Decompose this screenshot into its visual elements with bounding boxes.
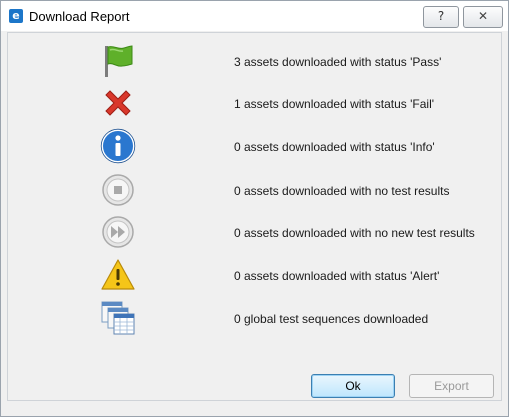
close-button[interactable]: ✕	[463, 6, 503, 28]
stop-icon	[102, 174, 134, 206]
red-x-icon	[105, 90, 131, 116]
title-bar: e Download Report ? ✕	[1, 1, 508, 31]
test-sequences-icon	[101, 301, 135, 335]
alert-triangle-icon	[101, 259, 135, 290]
green-flag-icon	[105, 45, 133, 77]
dialog-title: Download Report	[29, 9, 130, 24]
report-message: 0 assets downloaded with status 'Alert'	[234, 269, 440, 283]
report-row-fail: 1 assets downloaded with status 'Fail'	[8, 85, 501, 125]
report-message: 0 global test sequences downloaded	[234, 312, 429, 326]
download-report-dialog: e Download Report ? ✕ 3 assets downloade…	[0, 0, 509, 417]
report-row-test-sequences: 0 global test sequences downloaded	[8, 300, 501, 340]
app-logo-icon: e	[9, 9, 23, 23]
report-message: 0 assets downloaded with status 'Info'	[234, 140, 435, 154]
report-message: 3 assets downloaded with status 'Pass'	[234, 55, 442, 69]
report-row-no-results: 0 assets downloaded with no test results	[8, 172, 501, 212]
report-row-no-new-results: 0 assets downloaded with no new test res…	[8, 214, 501, 254]
ok-button[interactable]: Ok	[311, 374, 395, 398]
report-row-alert: 0 assets downloaded with status 'Alert'	[8, 257, 501, 297]
info-icon	[100, 128, 136, 164]
report-row-info: 0 assets downloaded with status 'Info'	[8, 128, 501, 168]
help-button[interactable]: ?	[423, 6, 459, 28]
report-row-pass: 3 assets downloaded with status 'Pass'	[8, 43, 501, 83]
report-message: 1 assets downloaded with status 'Fail'	[234, 97, 435, 111]
report-content: 3 assets downloaded with status 'Pass' 1…	[7, 32, 502, 401]
fast-forward-icon	[102, 216, 134, 248]
report-message: 0 assets downloaded with no new test res…	[234, 226, 475, 240]
export-button[interactable]: Export	[409, 374, 494, 398]
report-message: 0 assets downloaded with no test results	[234, 184, 450, 198]
